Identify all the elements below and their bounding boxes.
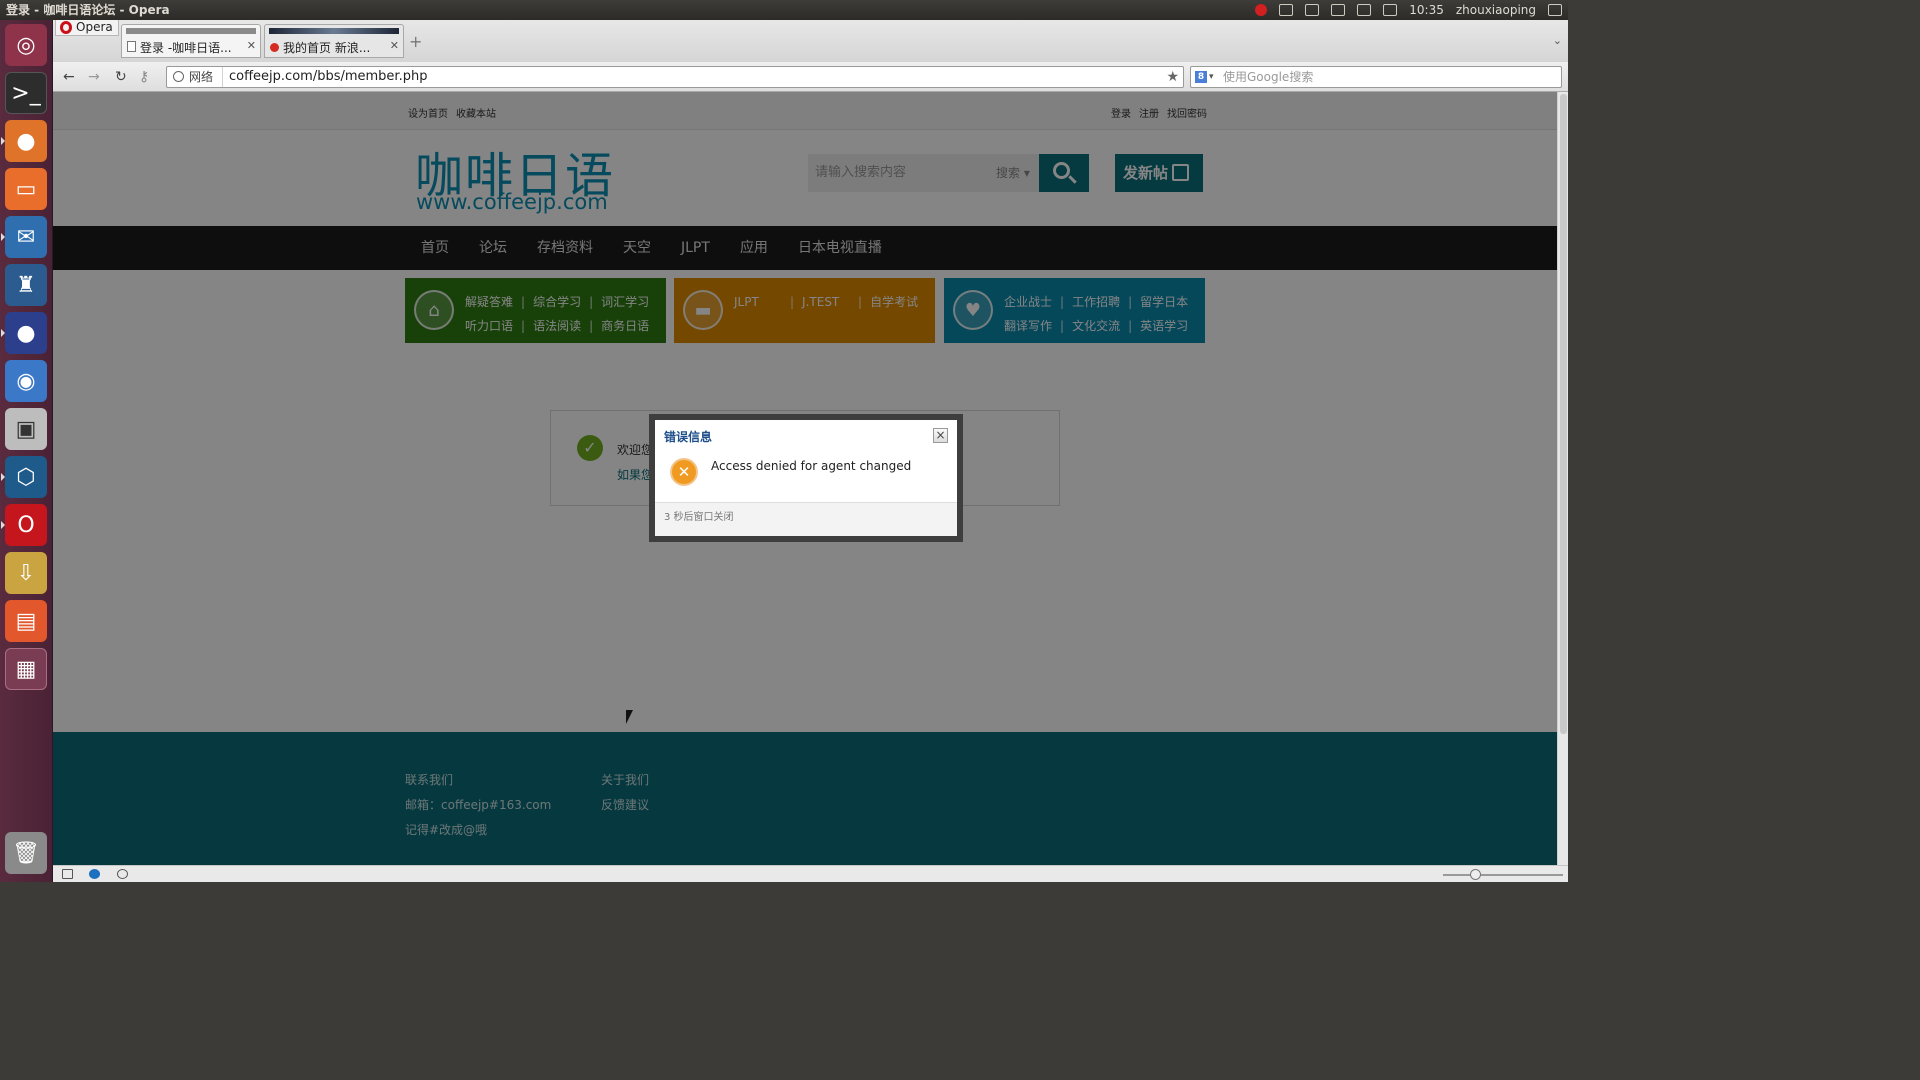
wifi-icon[interactable] bbox=[1357, 4, 1372, 16]
opera-menu-button[interactable]: Opera bbox=[55, 20, 119, 36]
workspace-switcher-icon[interactable]: ▦ bbox=[5, 648, 47, 690]
status-bar bbox=[53, 865, 1568, 882]
opera-icon[interactable]: O bbox=[1, 504, 47, 546]
opera-logo-icon bbox=[60, 21, 72, 34]
tab-menu-chevron-icon[interactable]: ⌄ bbox=[1553, 34, 1562, 47]
tab-login[interactable]: 登录 -咖啡日语... ✕ bbox=[121, 24, 261, 58]
chevron-down-icon[interactable]: ▾ bbox=[1209, 67, 1214, 87]
virtualbox-icon[interactable]: ⬡ bbox=[1, 456, 47, 498]
mouse-cursor-icon bbox=[626, 710, 633, 724]
bookmark-star-icon[interactable]: ★ bbox=[1166, 67, 1179, 87]
back-icon[interactable]: ← bbox=[63, 69, 75, 85]
dialog-footer: 3 秒后窗口关闭 bbox=[655, 502, 957, 536]
software-center-icon[interactable]: ▤ bbox=[5, 600, 47, 642]
files-icon[interactable]: ▭ bbox=[5, 168, 47, 210]
opera-window: Opera 登录 -咖啡日语... ✕ 我的首页 新浪... ✕ + ⌄ ← →… bbox=[53, 20, 1568, 882]
weibo-icon bbox=[270, 43, 279, 52]
opera-indicator-icon[interactable] bbox=[1255, 4, 1268, 16]
indicator-area: 10:35 zhouxiaoping bbox=[1255, 0, 1562, 20]
error-icon: ✕ bbox=[670, 458, 698, 486]
trash-icon[interactable]: 🗑 bbox=[5, 832, 47, 874]
launcher: ◎ >_ ● ▭ ✉ ♜ ● ◉ ▣ ⬡ O ⇩ ▤ ▦ 🗑 bbox=[0, 20, 53, 882]
url-field[interactable]: 网络 coffeejp.com/bbs/member.php ★ bbox=[166, 66, 1184, 88]
speed-dial-icon[interactable] bbox=[117, 869, 128, 879]
new-tab-icon[interactable]: + bbox=[409, 32, 422, 51]
tab-bar: Opera 登录 -咖啡日语... ✕ 我的首页 新浪... ✕ + ⌄ bbox=[53, 20, 1568, 62]
tab-label: 我的首页 新浪... bbox=[283, 41, 371, 55]
page-scrollbar[interactable] bbox=[1557, 92, 1568, 865]
dialog-title: 错误信息 bbox=[664, 430, 713, 444]
zoom-slider-handle[interactable] bbox=[1470, 869, 1481, 880]
page-viewport: 设为首页 收藏本站 登录 注册 找回密码 咖啡日语 www.coffeejp.c… bbox=[53, 92, 1557, 865]
keyboard-icon[interactable] bbox=[1279, 4, 1294, 16]
zoom-slider[interactable] bbox=[1443, 874, 1563, 876]
camera-icon[interactable]: ▣ bbox=[5, 408, 47, 450]
window-title: 登录 - 咖啡日语论坛 - Opera bbox=[6, 3, 170, 17]
address-bar: ← → ↻ ⚷ 网络 coffeejp.com/bbs/member.php ★… bbox=[53, 62, 1568, 92]
browser-search-field[interactable]: 8 ▾ 使用Google搜索 bbox=[1190, 66, 1562, 88]
tab-close-icon[interactable]: ✕ bbox=[390, 39, 399, 52]
top-panel: 登录 - 咖啡日语论坛 - Opera 10:35 zhouxiaoping bbox=[0, 0, 1568, 20]
tab-label: 登录 -咖啡日语... bbox=[140, 41, 232, 55]
thunderbird-icon[interactable]: ✉ bbox=[1, 216, 47, 258]
chromium-icon[interactable]: ◉ bbox=[5, 360, 47, 402]
archive-icon[interactable]: ⇩ bbox=[5, 552, 47, 594]
cloud-icon[interactable] bbox=[89, 869, 100, 879]
mail-icon[interactable] bbox=[1331, 4, 1346, 16]
search-placeholder: 使用Google搜索 bbox=[1223, 70, 1314, 84]
dropbox-icon[interactable] bbox=[1305, 4, 1320, 16]
dialog-message: Access denied for agent changed bbox=[711, 459, 912, 473]
tab-weibo[interactable]: 我的首页 新浪... ✕ bbox=[264, 24, 404, 58]
error-dialog: 错误信息 × ✕ Access denied for agent changed… bbox=[649, 414, 963, 542]
security-label: 网络 bbox=[189, 70, 214, 84]
scrollbar-thumb[interactable] bbox=[1560, 94, 1567, 734]
key-icon[interactable]: ⚷ bbox=[139, 69, 149, 85]
postgres-icon[interactable]: ♜ bbox=[5, 264, 47, 306]
volume-icon[interactable] bbox=[1383, 4, 1398, 16]
dialog-close-button[interactable]: × bbox=[933, 428, 948, 443]
url-text[interactable]: coffeejp.com/bbs/member.php bbox=[229, 67, 427, 87]
forward-icon[interactable]: → bbox=[88, 69, 100, 85]
panel-toggle-icon[interactable] bbox=[62, 869, 73, 879]
gear-icon[interactable] bbox=[1548, 4, 1562, 16]
eclipse-icon[interactable]: ● bbox=[1, 312, 47, 354]
opera-menu-label: Opera bbox=[76, 20, 113, 34]
firefox-icon[interactable]: ● bbox=[1, 120, 47, 162]
globe-icon bbox=[173, 71, 184, 82]
clock[interactable]: 10:35 bbox=[1409, 0, 1444, 20]
ubuntu-dash-icon[interactable]: ◎ bbox=[5, 24, 47, 66]
user-menu[interactable]: zhouxiaoping bbox=[1456, 0, 1536, 20]
tab-close-icon[interactable]: ✕ bbox=[247, 39, 256, 52]
tab-thumbnail bbox=[126, 28, 256, 34]
tab-thumbnail bbox=[269, 28, 399, 34]
terminal-icon[interactable]: >_ bbox=[5, 72, 47, 114]
google-icon[interactable]: 8 bbox=[1195, 71, 1207, 83]
page-icon bbox=[127, 41, 136, 52]
security-badge[interactable]: 网络 bbox=[167, 67, 223, 87]
reload-icon[interactable]: ↻ bbox=[115, 69, 127, 85]
